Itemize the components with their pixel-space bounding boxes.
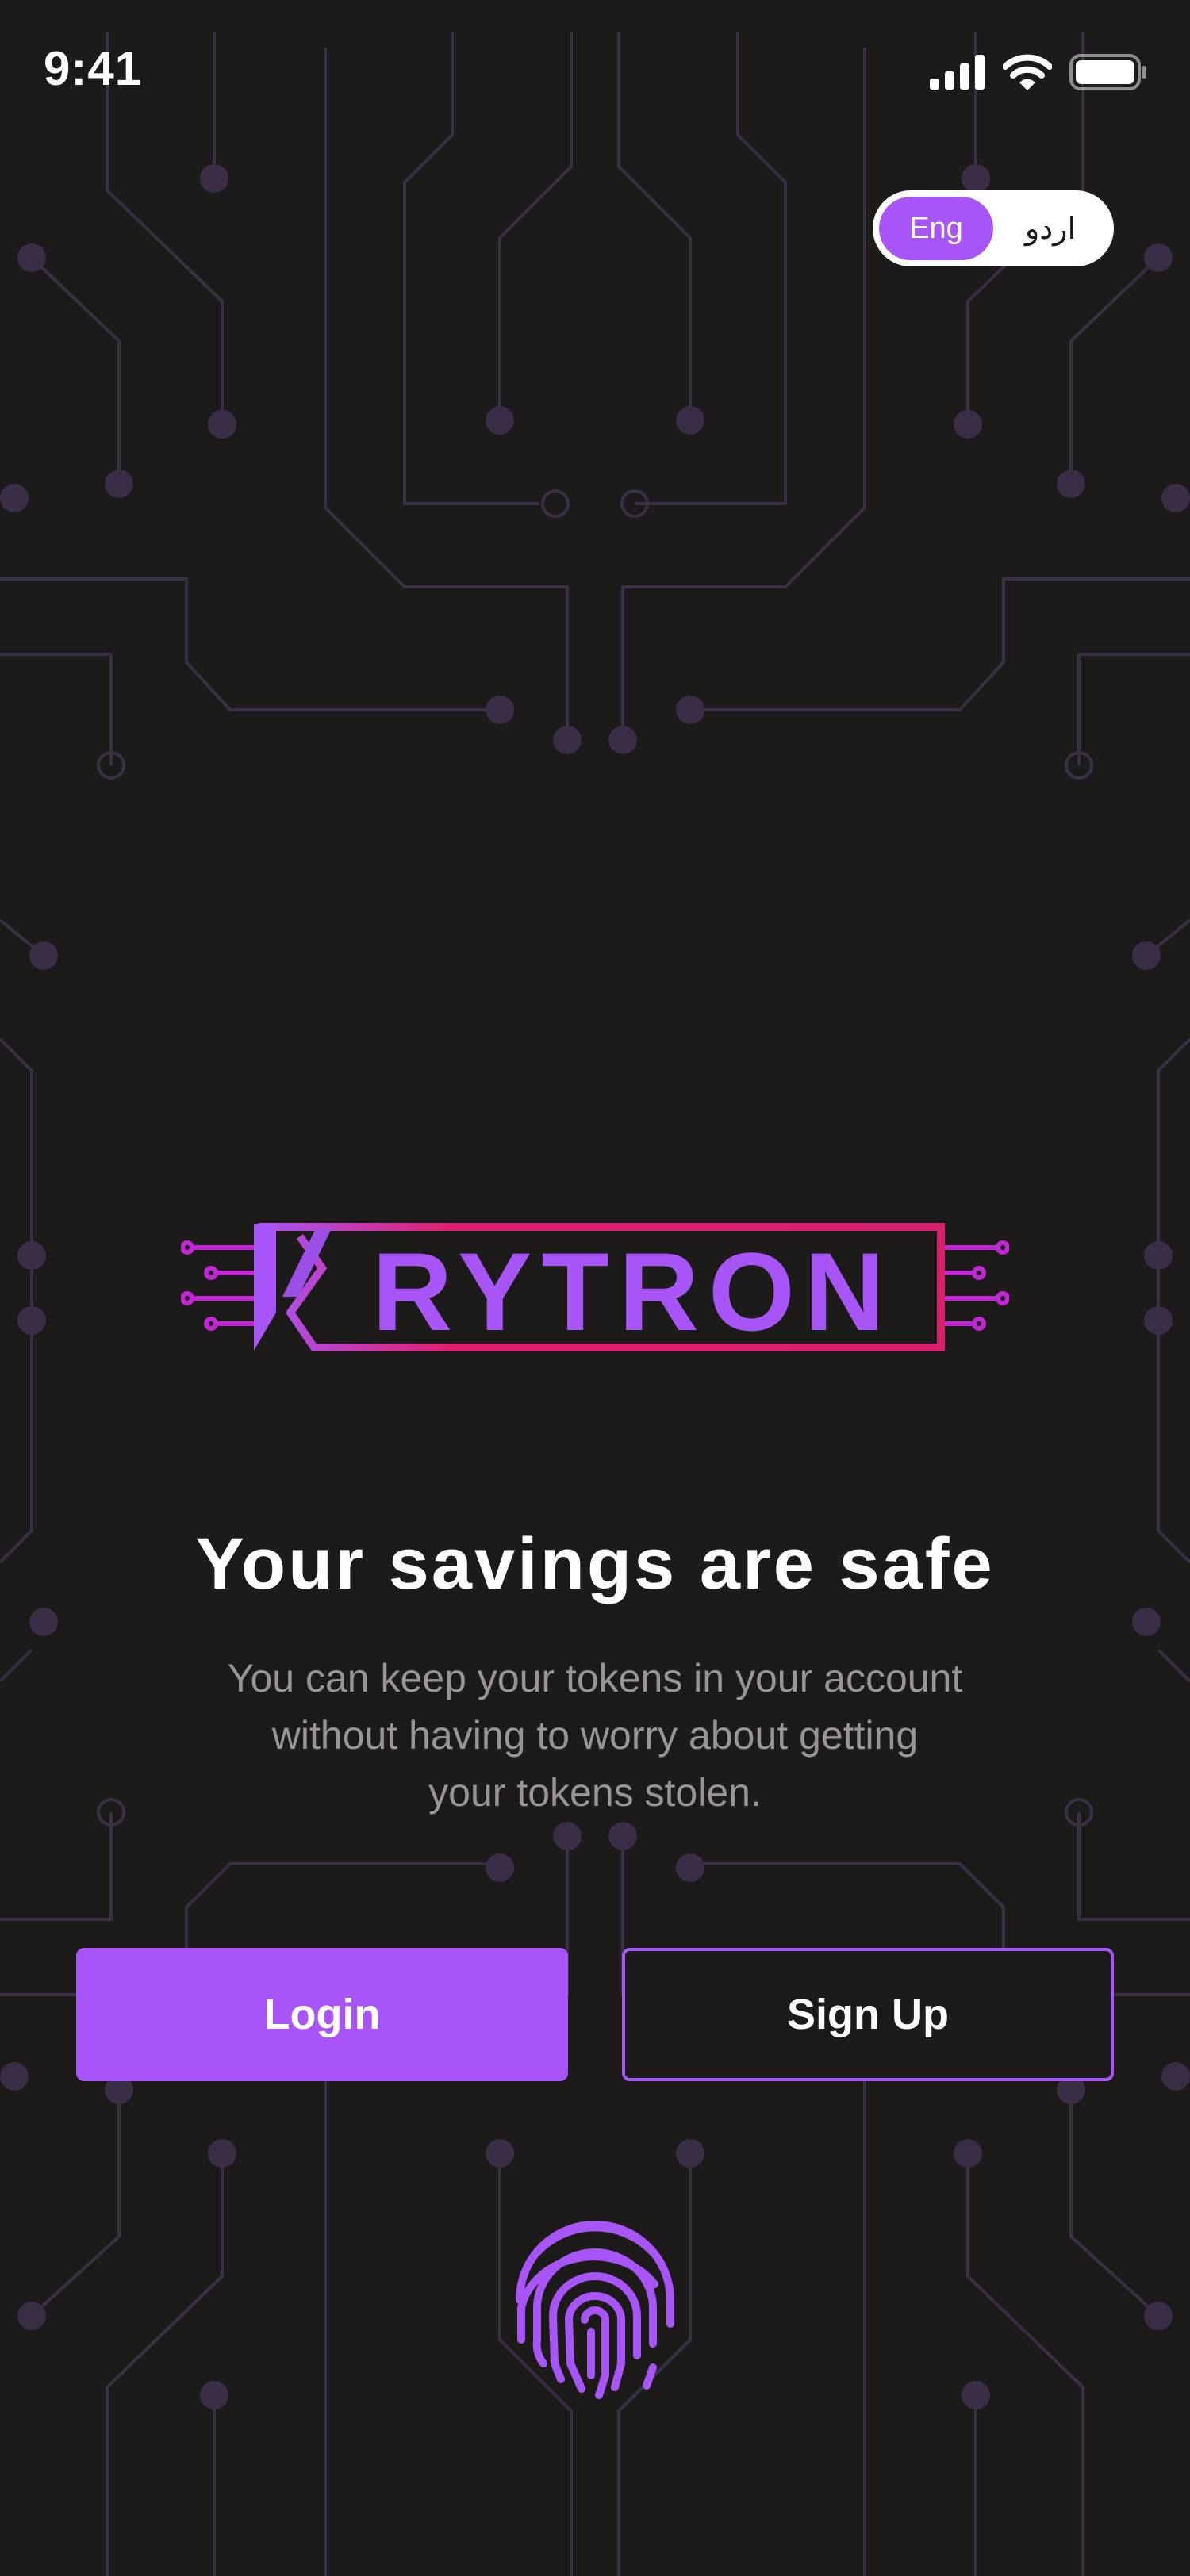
signup-button[interactable]: Sign Up [622,1948,1114,2081]
lang-option-english[interactable]: Eng [879,197,993,260]
welcome-screen: 9:41 Eng اردو RYTRON Your savings are sa… [0,0,1190,2576]
subtitle-line: your tokens stolen. [428,1770,762,1815]
fingerprint-icon[interactable] [496,2205,694,2403]
krytron-logo: RYTRON [181,1223,1009,1354]
login-button[interactable]: Login [76,1948,568,2081]
subtitle-line: without having to worry about getting [271,1713,919,1758]
lang-option-urdu[interactable]: اردو [993,197,1107,260]
language-toggle[interactable]: Eng اردو [873,190,1114,266]
status-icons [930,54,1147,90]
page-title: Your savings are safe [195,1524,995,1604]
wifi-icon [1003,54,1052,90]
page-subtitle: You can keep your tokens in your account… [159,1650,1031,1821]
signal-icon [930,55,985,90]
battery-icon [1069,54,1146,90]
status-bar: 9:41 [0,0,1190,143]
status-time: 9:41 [44,42,143,95]
subtitle-line: You can keep your tokens in your account [227,1656,963,1700]
logo-wordmark: RYTRON [372,1229,894,1354]
